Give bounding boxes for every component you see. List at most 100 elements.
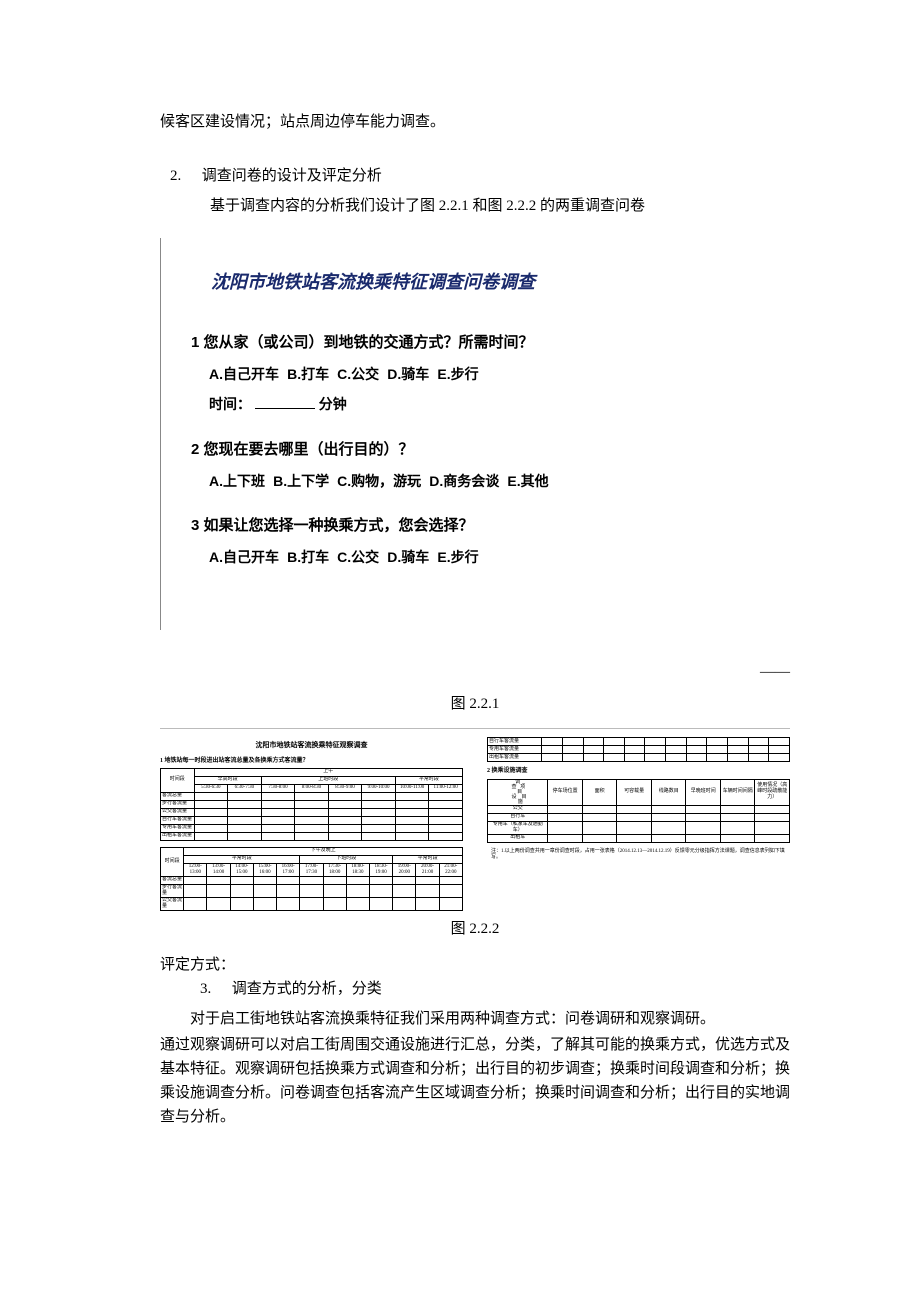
question-3-head: 3 如果让您选择一种换乘方式，您会选择？: [191, 514, 790, 538]
rl: 出租车客流量: [161, 832, 195, 840]
pm-cols-row: 12:00-13:00 13:00-14:00 14:00-15:00 15:0…: [161, 863, 463, 876]
c: 18:00-18:30: [346, 863, 369, 876]
table-row: 自行车客流量: [161, 816, 463, 824]
table-row: 步行客流量: [161, 800, 463, 808]
c: 13:00-14:00: [207, 863, 230, 876]
rl: 客流总量: [161, 792, 195, 800]
table-row: 公交: [488, 805, 790, 813]
question-2: 2 您现在要去哪里（出行目的）？ A.上下班 B.上下学 C.购物，游玩 D.商…: [191, 438, 790, 492]
table-row: 专用车客流量: [488, 746, 790, 754]
am-group-row: 早高时段 上班时段 平常时段: [161, 776, 463, 784]
body-paragraph-1: 对于启工街地铁站客流换乘特征我们采用两种调查方式：问卷调研和观察调研。: [160, 1007, 790, 1031]
item-2: 2. 调查问卷的设计及评定分析: [170, 164, 790, 188]
g1a: 早高时段: [194, 776, 261, 784]
question-3: 3 如果让您选择一种换乘方式，您会选择？ A.自己开车 B.打车 C.公交 D.…: [191, 514, 790, 568]
rl: 步行客流量: [161, 800, 195, 808]
table-row: 客流总量: [161, 876, 463, 884]
item-2-title: 调查问卷的设计及评定分析: [202, 168, 382, 184]
item-3-title: 调查方式的分析，分类: [232, 981, 382, 997]
obs-note: 注：1.以上两份调查共用一章份调查时段，占用一张表格（2014.12.13—20…: [487, 849, 790, 861]
time-prefix: 时间：: [209, 396, 251, 412]
rl: 自行车: [488, 813, 548, 821]
span-label-2: 时间段: [161, 847, 184, 876]
table-row: 出租车客流量: [488, 754, 790, 762]
question-2-options: A.上下班 B.上下学 C.购物，游玩 D.商务会谈 E.其他: [209, 470, 790, 492]
c: 15:00-16:00: [253, 863, 276, 876]
rl: 步行客流量: [161, 884, 184, 897]
obs-title: 沈阳市地铁站客流换乘特征观察调查: [160, 741, 463, 749]
item-3: 3. 调查方式的分析，分类: [200, 977, 790, 1001]
h: 线路数目: [651, 779, 686, 805]
table-row: 专用车客流量: [161, 824, 463, 832]
h: 早晚班时间: [686, 779, 721, 805]
c: 14:00-15:00: [230, 863, 253, 876]
pm-top: 下午及晚上: [184, 847, 463, 855]
c: 7:30-8:00: [261, 784, 295, 792]
diag-head: 调 查 项 目 设 目 施: [488, 779, 548, 805]
c: 18:30-19:00: [369, 863, 392, 876]
table-row: 专用车（私家车及通勤车）: [488, 821, 790, 834]
rl: 公交客流量: [161, 808, 195, 816]
h: 停车场位置: [548, 779, 583, 805]
question-1-head: 1 您从家（或公司）到地铁的交通方式？所需时间？: [191, 331, 790, 355]
obs-table-am: 时间段 上午 早高时段 上班时段 平常时段 5:30-6:30 6:30-7:3…: [160, 768, 463, 841]
dash-separator: ——: [160, 660, 790, 684]
rl: 客流总量: [161, 876, 184, 884]
question-1: 1 您从家（或公司）到地铁的交通方式？所需时间？ A.自己开车 B.打车 C.公…: [191, 331, 790, 416]
rl: 自行车客流量: [488, 738, 542, 746]
h: 车辆时间间隔: [720, 779, 755, 805]
rl: 出租车客流量: [488, 754, 542, 762]
c: 17:00-17:30: [300, 863, 323, 876]
question-2-head: 2 您现在要去哪里（出行目的）？: [191, 438, 790, 462]
divider: [160, 728, 790, 729]
am-top: 上午: [194, 768, 462, 776]
pm-group-row: 平常时段 下班时段 平常时段: [161, 855, 463, 863]
rl: 专用车（私家车及通勤车）: [488, 821, 548, 834]
table-row: 客流总量: [161, 792, 463, 800]
c: 21:00-22:00: [439, 863, 462, 876]
obs-sub-2: 2 换乘设施调查: [487, 768, 790, 775]
c: 8:30-9:00: [328, 784, 362, 792]
body-paragraph-2: 通过观察调研可以对启工街周围交通设施进行汇总，分类，了解其可能的换乘方式，优选方…: [160, 1033, 790, 1129]
g2a: 平常时段: [184, 855, 300, 863]
obs-table-pm-cont: 自行车客流量 专用车客流量 出租车客流量: [487, 737, 790, 762]
c: 9:00-10:00: [362, 784, 396, 792]
c: 19:00-20:00: [393, 863, 416, 876]
item-3-num: 3.: [200, 977, 228, 1001]
survey-title: 沈阳市地铁站客流换乘特征调查问卷调查: [211, 268, 790, 297]
observation-left: 沈阳市地铁站客流换乘特征观察调查 1 地铁站每一时段进出站客流总量及各换乘方式客…: [160, 737, 463, 911]
question-1-time: 时间： 分钟: [209, 393, 790, 415]
c: 20:00-21:00: [416, 863, 439, 876]
obs-table-pm: 时间段 下午及晚上 平常时段 下班时段 平常时段 12:00-13:00 13:…: [160, 847, 463, 911]
time-suffix: 分钟: [319, 396, 347, 412]
rl: 出租车: [488, 834, 548, 842]
rl: 专用车客流量: [161, 824, 195, 832]
c: 11:00-12:00: [429, 784, 463, 792]
rl: 专用车客流量: [488, 746, 542, 754]
item-2-num: 2.: [170, 164, 198, 188]
table-row: 自行车: [488, 813, 790, 821]
obs-sub-1: 1 地铁站每一时段进出站客流总量及各换乘方式客流量？: [160, 758, 463, 765]
c: 6:30-7:30: [228, 784, 262, 792]
time-blank[interactable]: [255, 408, 315, 409]
item-2-paragraph: 基于调查内容的分析我们设计了图 2.2.1 和图 2.2.2 的两重调查问卷: [210, 194, 790, 218]
c: 8:00-8:30: [295, 784, 329, 792]
intro-text: 候客区建设情况；站点周边停车能力调查。: [160, 110, 790, 134]
survey-questionnaire-box: 沈阳市地铁站客流换乘特征调查问卷调查 1 您从家（或公司）到地铁的交通方式？所需…: [160, 238, 790, 630]
h: 使用情况（高峰时段疏散能力）: [755, 779, 790, 805]
table-row: 步行客流量: [161, 884, 463, 897]
c: 10:00-11:00: [395, 784, 429, 792]
c: 16:00-17:00: [277, 863, 300, 876]
figure-caption-2: 图 2.2.2: [160, 917, 790, 941]
c: 12:00-13:00: [184, 863, 207, 876]
evaluation-label: 评定方式：: [160, 953, 790, 977]
h: 可容载量: [617, 779, 652, 805]
question-1-options: A.自己开车 B.打车 C.公交 D.骑车 E.步行: [209, 363, 790, 385]
table-row: 公交客流量: [161, 897, 463, 910]
table-row: 公交客流量: [161, 808, 463, 816]
facility-head: 调 查 项 目 设 目 施 停车场位置 面积 可容载量 线路数目 早晚班时间 车…: [488, 779, 790, 805]
c: 5:30-6:30: [194, 784, 228, 792]
rl: 自行车客流量: [161, 816, 195, 824]
question-3-options: A.自己开车 B.打车 C.公交 D.骑车 E.步行: [209, 546, 790, 568]
table-row: 出租车: [488, 834, 790, 842]
